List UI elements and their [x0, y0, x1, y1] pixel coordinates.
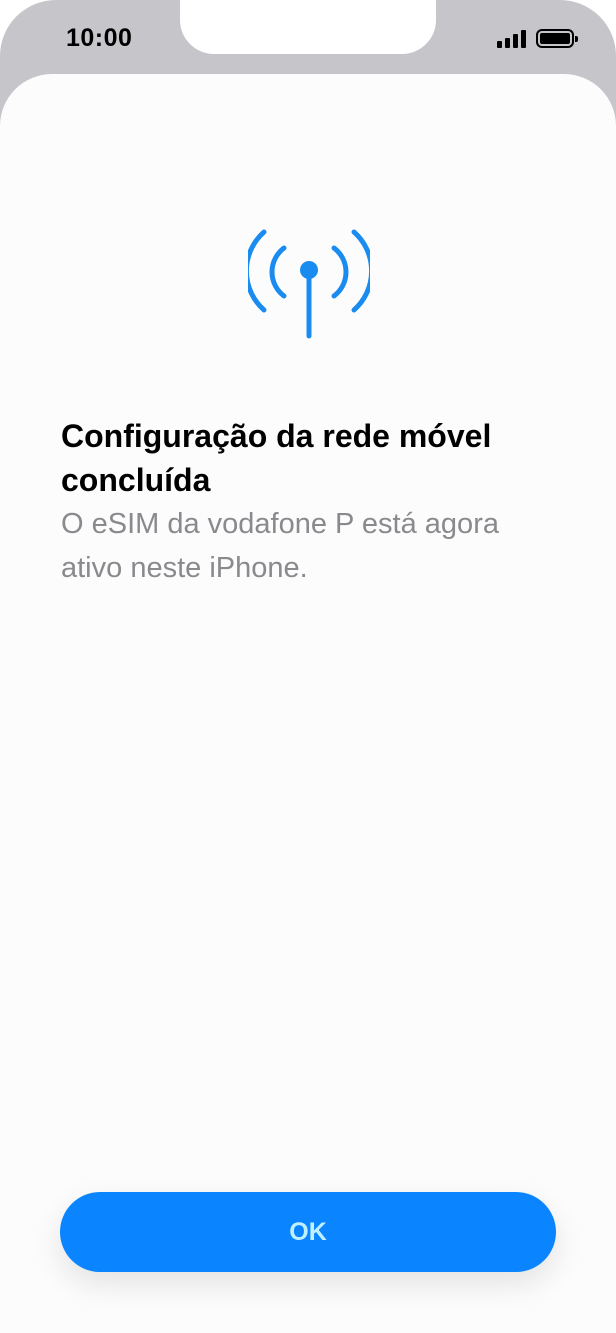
antenna-icon	[248, 229, 370, 339]
status-icons	[497, 29, 578, 48]
phone-screen: 10:00 Configuração da rede móvel concluí…	[0, 0, 616, 1333]
cellular-signal-icon	[497, 29, 526, 48]
page-title: Configuração da rede móvel concluída	[61, 418, 492, 498]
ok-button[interactable]: OK	[60, 1192, 556, 1272]
status-time: 10:00	[66, 24, 133, 52]
page-subtitle: O eSIM da vodafone P está agora ativo ne…	[61, 508, 499, 584]
ok-button-label: OK	[289, 1217, 327, 1246]
battery-icon	[536, 29, 578, 48]
notch	[180, 0, 436, 54]
